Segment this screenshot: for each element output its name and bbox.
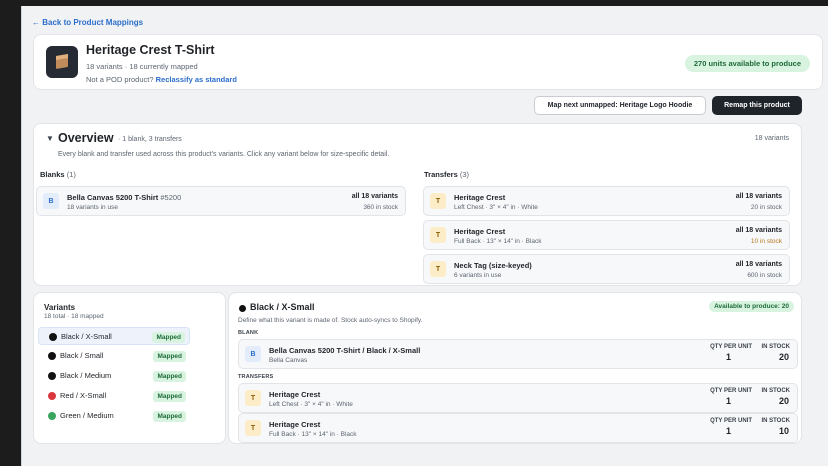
item-name: Bella Canvas 5200 T-Shirt / Black / X-Sm… [269,346,421,355]
detail-transfer-item[interactable]: T Heritage Crest Full Back · 13" × 14" i… [238,413,798,443]
item-coverage: all 18 variants [735,193,782,200]
overview-panel: ▼ Overview · 1 blank, 3 transfers 18 var… [33,123,802,286]
back-link[interactable]: ← Back to Product Mappings [32,18,143,27]
mapped-badge: Mapped [152,332,185,343]
item-coverage: all 18 variants [735,227,782,234]
variant-label: Red / X-Small [60,391,107,400]
variant-label: Black / Medium [60,371,112,380]
item-sub: Left Chest · 3" × 4" in · White [454,204,538,211]
variant-row[interactable]: Black / Medium Mapped [38,367,190,385]
mapped-badge: Mapped [153,411,186,422]
item-name: Heritage Crest [454,227,506,236]
item-name: Heritage Crest [269,420,321,429]
variant-row[interactable]: Black / Small Mapped [38,347,190,365]
color-dot-icon [49,333,57,341]
qty-value: 1 [725,426,731,436]
pod-question-text: Not a POD product? [86,75,154,84]
pod-question: Not a POD product? Reclassify as standar… [86,75,237,84]
stock-value: 20 [778,396,789,406]
transfers-heading: Transfers (3) [424,170,470,179]
page: ← Back to Product Mappings Heritage Cres… [21,6,828,466]
map-next-unmapped-button[interactable]: Map next unmapped: Heritage Logo Hoodie [534,96,706,115]
product-thumbnail [46,46,78,78]
variants-title: Variants [44,303,76,312]
color-dot-icon [48,412,56,420]
item-stock: 600 in stock [747,272,782,279]
transfer-icon: T [430,227,446,243]
overview-transfer-item[interactable]: T Heritage Crest Full Back · 13" × 14" i… [423,220,790,250]
item-name: Neck Tag (size-keyed) [454,261,532,270]
variant-detail-panel: Black / X-Small Define what this variant… [228,292,802,444]
item-coverage: all 18 variants [735,261,782,268]
detail-blank-item[interactable]: B Bella Canvas 5200 T-Shirt / Black / X-… [238,339,798,369]
item-sub: Left Chest · 3" × 4" in · White [269,401,353,408]
overview-variant-count: 18 variants [754,135,789,142]
item-sub: 6 variants in use [454,272,502,279]
detail-transfer-item[interactable]: T Heritage Crest Left Chest · 3" × 4" in… [238,383,798,413]
item-coverage: all 18 variants [351,193,398,200]
variant-label: Black / X-Small [61,332,112,341]
color-dot-icon [48,372,56,380]
units-available-badge: 270 units available to produce [684,55,810,72]
qty-header: QTY PER UNIT [710,344,752,350]
item-name: Heritage Crest [269,390,321,399]
item-sub: Full Back · 13" × 14" in · Black [454,238,542,245]
color-dot-icon [48,392,56,400]
reclassify-link[interactable]: Reclassify as standard [156,75,237,84]
variant-detail-title: Black / X-Small [250,302,315,312]
overview-meta: · 1 blank, 3 transfers [118,136,182,143]
mapped-badge: Mapped [153,371,186,382]
variant-row[interactable]: Black / X-Small Mapped [38,327,190,345]
item-sub: Bella Canvas [269,357,308,364]
item-name: Bella Canvas 5200 T-Shirt #5200 [67,193,182,202]
variant-row[interactable]: Red / X-Small Mapped [38,387,190,405]
overview-description: Every blank and transfer used across thi… [58,151,390,158]
blanks-heading: Blanks (1) [40,170,76,179]
variants-panel: Variants 18 total · 18 mapped Black / X-… [33,292,226,444]
item-stock: 20 in stock [750,204,782,211]
variant-row[interactable]: Green / Medium Mapped [38,407,190,425]
overview-title: Overview [58,131,114,145]
overview-transfer-item[interactable]: T Heritage Crest Left Chest · 3" × 4" in… [423,186,790,216]
collapse-caret-icon[interactable]: ▼ [46,134,54,143]
variant-label: Green / Medium [60,411,114,420]
transfer-icon: T [245,390,261,406]
blank-icon: B [245,346,261,362]
color-dot-icon [48,352,56,360]
item-stock: 360 in stock [363,204,398,211]
product-title: Heritage Crest T-Shirt [86,43,215,57]
product-subtitle: 18 variants · 18 currently mapped [86,62,198,71]
product-header: Heritage Crest T-Shirt 18 variants · 18 … [33,34,823,90]
blank-section-label: BLANK [238,330,259,336]
transfer-icon: T [245,420,261,436]
color-dot-icon [239,305,246,312]
qty-value: 1 [725,396,731,406]
blank-icon: B [43,193,59,209]
transfers-section-label: TRANSFERS [238,374,274,380]
transfer-icon: T [430,193,446,209]
item-sub: 18 variants in use [67,204,118,211]
box-icon [56,53,68,70]
stock-value: 20 [778,352,789,362]
remap-product-button[interactable]: Remap this product [712,96,802,115]
item-name: Heritage Crest [454,193,506,202]
transfer-icon: T [430,261,446,277]
qty-value: 1 [725,352,731,362]
qty-header: QTY PER UNIT [710,418,752,424]
overview-blank-item[interactable]: B Bella Canvas 5200 T-Shirt #5200 18 var… [36,186,406,216]
available-to-produce-badge: Available to produce: 20 [709,301,794,312]
item-stock-low: 10 in stock [750,238,782,245]
variant-detail-subtitle: Define what this variant is made of. Sto… [238,317,423,324]
qty-header: QTY PER UNIT [710,388,752,394]
stock-value: 10 [778,426,789,436]
stock-header: IN STOCK [761,388,790,394]
variant-label: Black / Small [60,351,104,360]
stock-header: IN STOCK [761,418,790,424]
variants-subtitle: 18 total · 18 mapped [44,313,104,320]
overview-transfer-item[interactable]: T Neck Tag (size-keyed) 6 variants in us… [423,254,790,284]
mapped-badge: Mapped [153,351,186,362]
stock-header: IN STOCK [761,344,790,350]
item-sub: Full Back · 13" × 14" in · Black [269,431,357,438]
mapped-badge: Mapped [153,391,186,402]
